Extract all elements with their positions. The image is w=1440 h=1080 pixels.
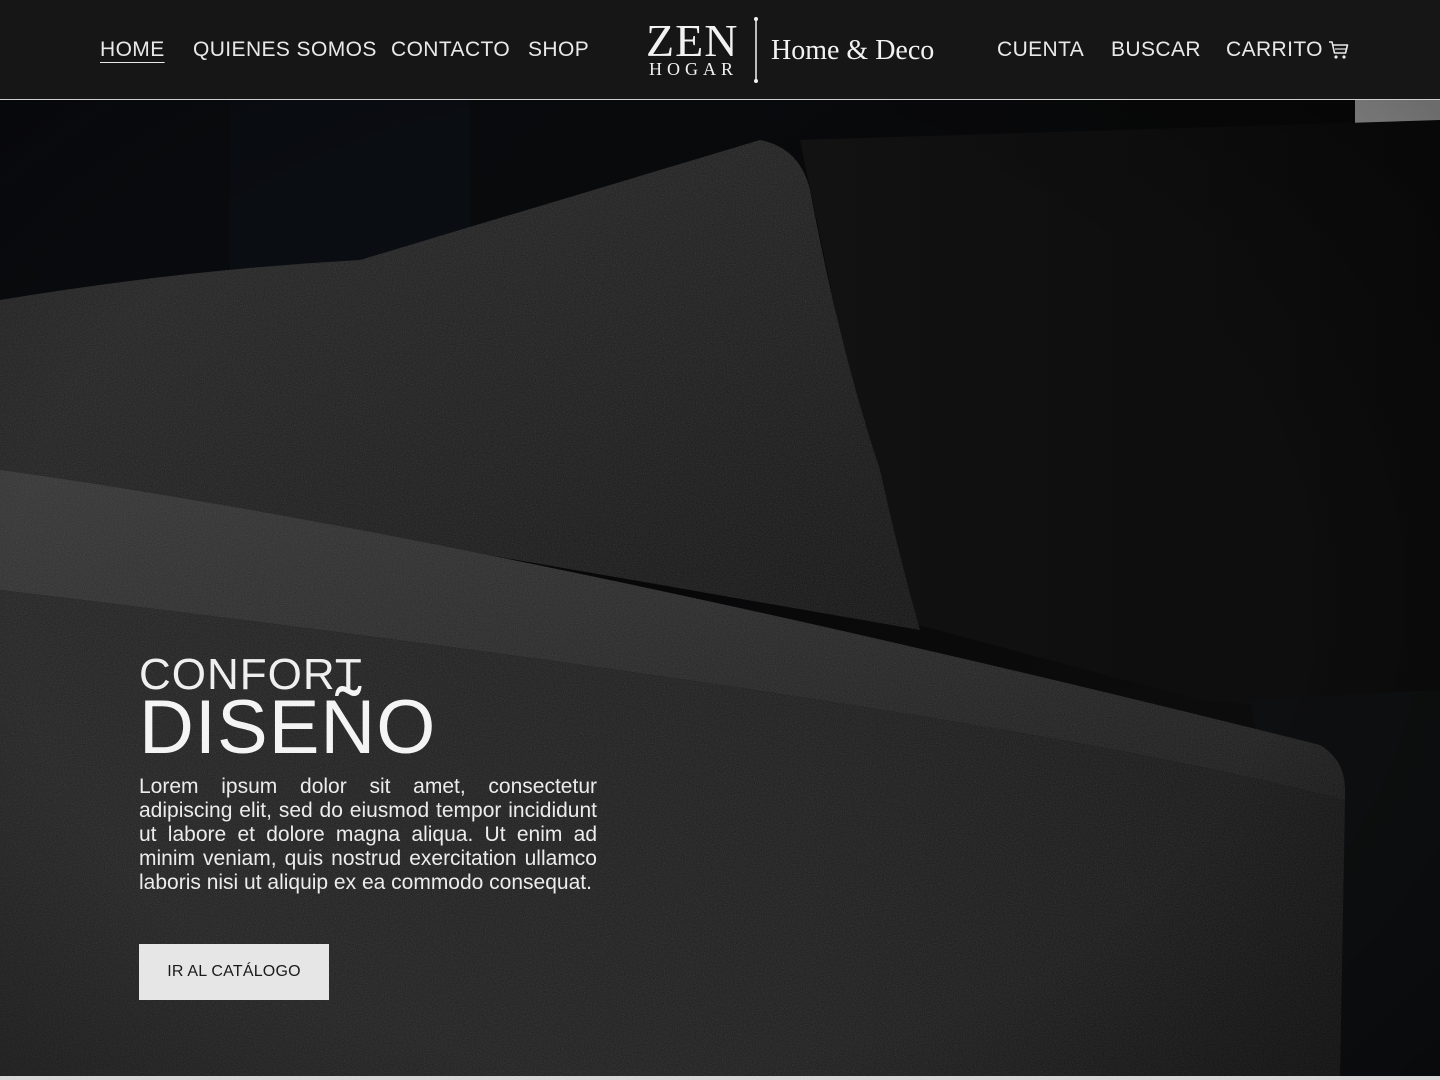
cart-icon: [1328, 41, 1349, 59]
hero-content: CONFORT DISEÑO Lorem ipsum dolor sit ame…: [139, 653, 599, 895]
logo-divider: [754, 17, 758, 83]
site-header: HOME QUIENES SOMOS CONTACTO SHOP ZEN HOG…: [0, 0, 1440, 100]
hero-background-image: [0, 0, 1440, 1080]
nav-contacto-link[interactable]: CONTACTO: [391, 37, 510, 63]
brand-tagline: Home & Deco: [771, 35, 935, 66]
nav-shop-link[interactable]: SHOP: [528, 37, 589, 63]
hero-description: Lorem ipsum dolor sit amet, consectetur …: [139, 775, 597, 894]
brand-name-bottom: HOGAR: [649, 59, 739, 79]
hero-heading-diseno: DISEÑO: [139, 685, 437, 770]
catalog-cta-button[interactable]: IR AL CATÁLOGO: [139, 944, 329, 1000]
brand-name-top: ZEN: [646, 15, 739, 66]
nav-home-link[interactable]: HOME: [100, 37, 165, 63]
brand-logo[interactable]: ZEN HOGAR Home & Deco: [646, 16, 946, 86]
nav-buscar-link[interactable]: BUSCAR: [1111, 37, 1201, 63]
nav-quienes-somos-link[interactable]: QUIENES SOMOS: [193, 37, 377, 63]
page-bottom-edge: [0, 1076, 1440, 1080]
nav-carrito-label: CARRITO: [1226, 38, 1323, 61]
nav-cuenta-link[interactable]: CUENTA: [997, 37, 1084, 63]
nav-carrito-link[interactable]: CARRITO: [1226, 37, 1351, 63]
page: HOME QUIENES SOMOS CONTACTO SHOP ZEN HOG…: [0, 0, 1440, 1080]
